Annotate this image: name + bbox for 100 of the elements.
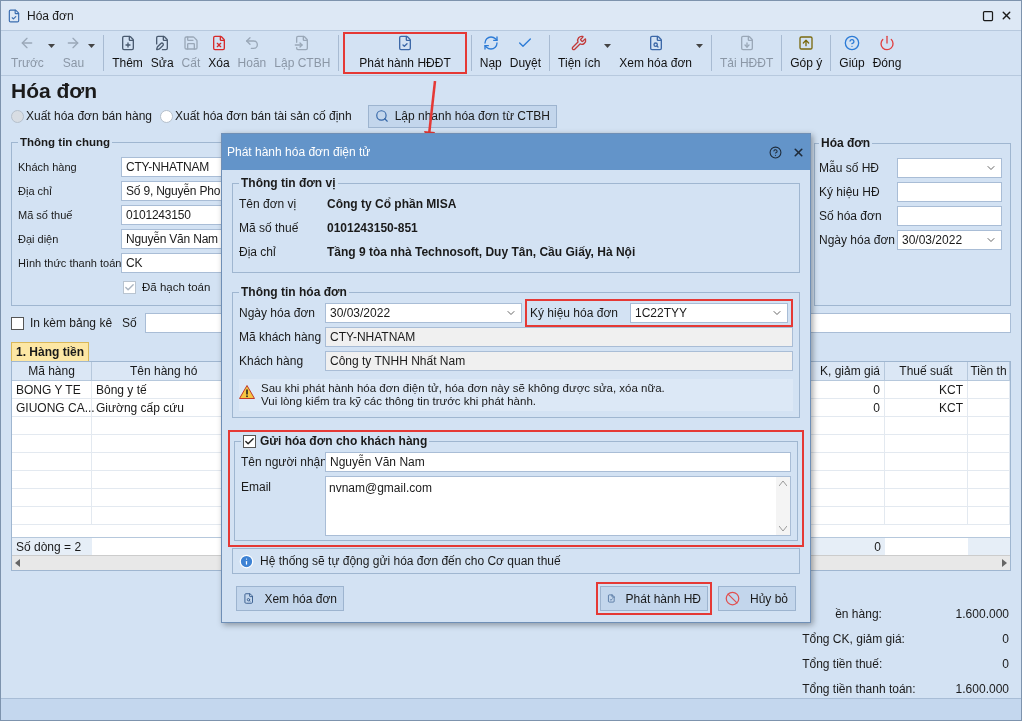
refresh-icon [482, 34, 499, 51]
text-field[interactable] [897, 182, 1002, 202]
field-label: Ký hiệu hóa đơn [530, 305, 619, 322]
upload-box-icon [798, 34, 815, 51]
radio-option[interactable]: Xuất hóa đơn bán tài sản cố định [160, 107, 352, 125]
table-cell-text: 0 [873, 539, 882, 556]
text-field[interactable]: CTY-NHATNAM [325, 327, 793, 347]
column-header: Tiền th [968, 362, 1010, 380]
field-label: Mã khách hàng [239, 329, 323, 346]
field-value: Công ty Cổ phần MISA [327, 196, 457, 213]
field-label: Ký hiệu HĐ [819, 184, 881, 201]
document-download-icon [738, 34, 755, 51]
warning-text: Vui lòng kiểm tra kỹ các thông tin trước khi phát hành. [261, 395, 537, 408]
table-cell: KCT [885, 399, 968, 417]
total-label: Tổng tiền thanh toán: [802, 681, 916, 698]
total-value: 1.600.000 [955, 681, 1009, 698]
text-field[interactable]: Nguyễn Văn Nam [325, 452, 791, 472]
close-icon[interactable] [1000, 9, 1013, 22]
toolbar-button[interactable]: Phát hành HĐĐT [343, 32, 467, 74]
toolbar-button[interactable]: Nạp [475, 35, 506, 71]
document-search-icon [243, 591, 255, 606]
dialog-button[interactable]: Phát hành HĐ [600, 586, 708, 611]
total-label: Tổng tiền thuế: [802, 656, 884, 673]
scroll-left-arrow-icon[interactable] [15, 559, 20, 567]
toolbar-button[interactable]: Sửa [146, 35, 178, 71]
page-title: Hóa đơn [11, 78, 98, 104]
checkbox[interactable] [123, 280, 136, 294]
column-header: Thuế suất [885, 362, 968, 380]
text-field[interactable]: Công ty TNHH Nhất Nam [325, 351, 793, 371]
toolbar-button[interactable]: Đóng [868, 35, 906, 71]
column-header: Mã hàng [12, 362, 92, 380]
field-label: Khách hàng [239, 353, 305, 370]
dropdown-field[interactable]: 30/03/2022 [897, 230, 1002, 250]
table-cell: BONG Y TE [12, 381, 92, 399]
text-field[interactable] [897, 206, 1002, 226]
checkbox-label: Gửi hóa đơn cho khách hàng [260, 433, 428, 450]
warning-text: Sau khi phát hành hóa đơn điện tử, hóa đơn này sẽ không được sửa, xóa nữa. [261, 382, 665, 395]
power-icon [879, 34, 895, 51]
total-value: 1.600.000 [955, 606, 1009, 623]
toolbar-button[interactable]: Xóa [204, 35, 234, 71]
total-label: Tổng CK, giảm giá: [802, 631, 906, 648]
field-label: Ngày hóa đơn [239, 305, 316, 322]
dropdown-field[interactable]: 1C22TYY [630, 303, 788, 323]
dialog-button[interactable]: Hủy bỏ [718, 586, 796, 611]
field-label: Mã số thuế [18, 208, 74, 223]
dialog-button[interactable]: Xem hóa đơn [236, 586, 344, 611]
checkbox-label: In kèm bảng kê [30, 315, 113, 332]
total-label: ền hàng: [834, 606, 883, 623]
checkbox-label: Đã hạch toán [142, 279, 211, 295]
window-title: Hóa đơn [27, 7, 74, 25]
dropdown-field[interactable] [897, 158, 1002, 178]
field-label: Mẫu số HĐ [819, 159, 881, 177]
field-label: Đại diện [18, 232, 60, 247]
help-icon [843, 34, 860, 51]
toolbar-button[interactable]: Xem hóa đơn [615, 35, 707, 71]
date-field[interactable]: 30/03/2022 [325, 303, 522, 323]
document-input-icon [294, 34, 311, 51]
group-title: Thông tin chung [19, 135, 112, 150]
total-value: 0 [1001, 631, 1009, 648]
dropdown-caret-icon[interactable] [695, 44, 703, 48]
wrench-icon [571, 34, 588, 51]
field-label: Địa chỉ [18, 184, 53, 199]
group-title: Hóa đơn [820, 135, 872, 152]
total-value: 0 [1001, 656, 1009, 673]
maximize-icon[interactable] [982, 9, 994, 22]
toolbar-button[interactable]: Giúp [835, 35, 869, 71]
row-count: Số dòng = 2 [15, 539, 83, 556]
checkbox[interactable] [243, 434, 256, 448]
document-x-icon [210, 34, 227, 51]
dropdown-caret-icon[interactable] [604, 44, 612, 48]
grid-tab[interactable]: 1. Hàng tiền [11, 342, 89, 361]
email-field[interactable]: nvnam@gmail.com [325, 476, 791, 536]
prohibited-icon [725, 591, 740, 606]
document-plus-icon [119, 34, 136, 51]
toolbar-button[interactable]: Thêm [108, 35, 147, 71]
info-icon [239, 553, 254, 569]
toolbar-button[interactable]: Tiện ích [554, 35, 616, 71]
undo-icon [243, 34, 260, 51]
table-cell: KCT [885, 381, 968, 399]
toolbar-button[interactable]: Duyệt [505, 35, 546, 71]
group-title: Thông tin hóa đơn [240, 284, 348, 301]
field-value: 0101243150-851 [327, 220, 418, 237]
field-label: Hình thức thanh toán [18, 256, 121, 271]
field-label: Số [122, 315, 137, 332]
help-icon[interactable] [769, 145, 782, 159]
document-search-icon [647, 34, 664, 51]
info-text: Hệ thống sẽ tự động gửi hóa đơn đến cho Cơ quan thuế [260, 553, 561, 570]
field-label: Số hóa đơn [819, 208, 883, 225]
table-cell: GIUONG CA... [12, 399, 92, 417]
field-label: Ngày hóa đơn [819, 232, 896, 249]
scroll-right-arrow-icon[interactable] [1002, 559, 1007, 567]
warning-icon [239, 385, 255, 399]
field-label: Khách hàng [18, 160, 78, 175]
app-icon [7, 8, 21, 23]
document-pen-icon [154, 34, 171, 51]
field-value: Tầng 9 tòa nhà Technosoft, Duy Tân, Cầu Giấy, Hà Nội [327, 244, 636, 261]
document-check-icon [397, 34, 413, 51]
radio-option[interactable]: Xuất hóa đơn bán hàng [11, 107, 152, 125]
toolbar-button[interactable]: Góp ý [786, 35, 827, 71]
checkbox[interactable] [11, 316, 24, 330]
